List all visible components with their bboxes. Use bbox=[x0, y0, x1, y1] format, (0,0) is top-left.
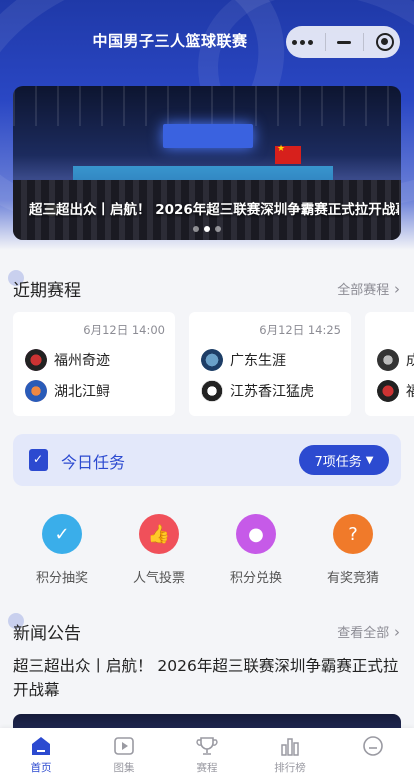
bottom-tab-bar: 首页 图集 赛程 排行榜 bbox=[0, 728, 414, 780]
task-title: 今日任务 bbox=[61, 453, 126, 472]
all-news-link[interactable]: 查看全部 bbox=[337, 622, 400, 641]
carousel-dot[interactable] bbox=[215, 226, 221, 232]
miniapp-capsule bbox=[286, 26, 400, 58]
thumbs-up-icon: 👍 bbox=[139, 514, 179, 554]
news-section-header: 新闻公告 查看全部 bbox=[0, 613, 414, 644]
tab-home[interactable]: 首页 bbox=[0, 728, 82, 780]
gallery-play-icon bbox=[113, 735, 135, 757]
carousel-indicator bbox=[13, 226, 401, 232]
banner-photo-flag bbox=[275, 144, 301, 164]
banner-photo-screen bbox=[163, 124, 253, 148]
schedule-title: 近期赛程 bbox=[13, 281, 81, 301]
team-logo bbox=[377, 380, 399, 402]
home-team: 广东生涯 bbox=[201, 348, 286, 372]
trophy-icon bbox=[196, 735, 218, 757]
tab-profile[interactable] bbox=[332, 728, 414, 780]
team-logo bbox=[25, 380, 47, 402]
banner-caption: 超三超出众丨启航！ 2026年超三联赛深圳争霸赛正式拉开战幕 bbox=[29, 202, 399, 218]
team-name: 广东生涯 bbox=[230, 353, 286, 369]
feature-label: 人气投票 bbox=[132, 571, 185, 586]
banner-photo-lights bbox=[13, 86, 401, 126]
capsule-divider bbox=[324, 33, 326, 51]
feature-exchange[interactable]: ● 积分兑换 bbox=[216, 514, 296, 586]
team-name: 福州奇迹 bbox=[54, 353, 110, 369]
team-name: 江苏香江猛虎 bbox=[230, 384, 314, 400]
carousel-dot-active[interactable] bbox=[204, 226, 210, 232]
chevron-down-icon: ▼ bbox=[365, 454, 374, 466]
schedule-section-header: 近期赛程 全部赛程 bbox=[0, 270, 414, 301]
coins-icon: ● bbox=[236, 514, 276, 554]
team-name: 湖北江鲟 bbox=[54, 384, 110, 400]
team-logo bbox=[377, 349, 399, 371]
away-team: 福 bbox=[377, 379, 414, 403]
team-logo bbox=[201, 349, 223, 371]
more-options-icon[interactable] bbox=[291, 39, 313, 45]
capsule-divider bbox=[363, 33, 365, 51]
news-headline[interactable]: 超三超出众丨启航！ 2026年超三联赛深圳争霸赛正式拉开战幕 bbox=[13, 654, 403, 702]
team-logo bbox=[201, 380, 223, 402]
feature-label: 积分兑换 bbox=[229, 571, 282, 586]
all-schedule-link[interactable]: 全部赛程 bbox=[337, 279, 400, 298]
tab-label: 排行榜 bbox=[274, 762, 306, 774]
feature-label: 有奖竞猜 bbox=[326, 571, 379, 586]
daily-task-bar[interactable]: 今日任务 7项任务 ▼ bbox=[13, 434, 401, 486]
banner-carousel[interactable]: 超三超出众丨启航！ 2026年超三联赛深圳争霸赛正式拉开战幕 bbox=[13, 86, 401, 240]
minimize-icon[interactable] bbox=[337, 40, 352, 44]
task-count-button[interactable]: 7项任务 ▼ bbox=[299, 445, 389, 475]
task-checklist-icon bbox=[29, 449, 48, 471]
feature-lottery[interactable]: ✓ 积分抽奖 bbox=[22, 514, 102, 586]
close-miniapp-icon[interactable] bbox=[376, 33, 395, 51]
match-time: 6月12日 14:00 bbox=[83, 323, 165, 337]
tab-schedule[interactable]: 赛程 bbox=[166, 728, 248, 780]
feature-label: 积分抽奖 bbox=[35, 571, 88, 586]
smiley-icon bbox=[362, 735, 384, 757]
match-card[interactable]: 6月12日 14:00 福州奇迹 湖北江鲟 bbox=[13, 312, 175, 416]
task-count-label: 7项任务 bbox=[314, 454, 362, 470]
team-logo bbox=[25, 349, 47, 371]
team-name: 福 bbox=[406, 384, 414, 400]
match-card[interactable]: 6月12日 14:25 广东生涯 江苏香江猛虎 bbox=[189, 312, 351, 416]
tab-label: 首页 bbox=[30, 762, 52, 774]
home-icon bbox=[30, 735, 52, 757]
calendar-check-icon: ✓ bbox=[42, 514, 82, 554]
news-title: 新闻公告 bbox=[13, 624, 81, 644]
tab-label: 图集 bbox=[113, 762, 135, 774]
away-team: 江苏香江猛虎 bbox=[201, 379, 314, 403]
tab-gallery[interactable]: 图集 bbox=[83, 728, 165, 780]
question-badge-icon: ? bbox=[333, 514, 373, 554]
match-card[interactable]: 成 福 bbox=[365, 312, 414, 416]
feature-vote[interactable]: 👍 人气投票 bbox=[119, 514, 199, 586]
schedule-list[interactable]: 6月12日 14:00 福州奇迹 湖北江鲟 6月12日 14:25 广东生涯 江… bbox=[13, 312, 414, 416]
match-time: 6月12日 14:25 bbox=[259, 323, 341, 337]
bar-chart-icon bbox=[279, 735, 301, 757]
carousel-dot[interactable] bbox=[193, 226, 199, 232]
tab-label: 赛程 bbox=[196, 762, 218, 774]
feature-quiz[interactable]: ? 有奖竞猜 bbox=[313, 514, 393, 586]
away-team: 湖北江鲟 bbox=[25, 379, 110, 403]
feature-grid: ✓ 积分抽奖 👍 人气投票 ● 积分兑换 ? 有奖竞猜 bbox=[0, 514, 414, 586]
home-team: 福州奇迹 bbox=[25, 348, 110, 372]
team-name: 成 bbox=[406, 353, 414, 369]
home-team: 成 bbox=[377, 348, 414, 372]
tab-ranking[interactable]: 排行榜 bbox=[249, 728, 331, 780]
